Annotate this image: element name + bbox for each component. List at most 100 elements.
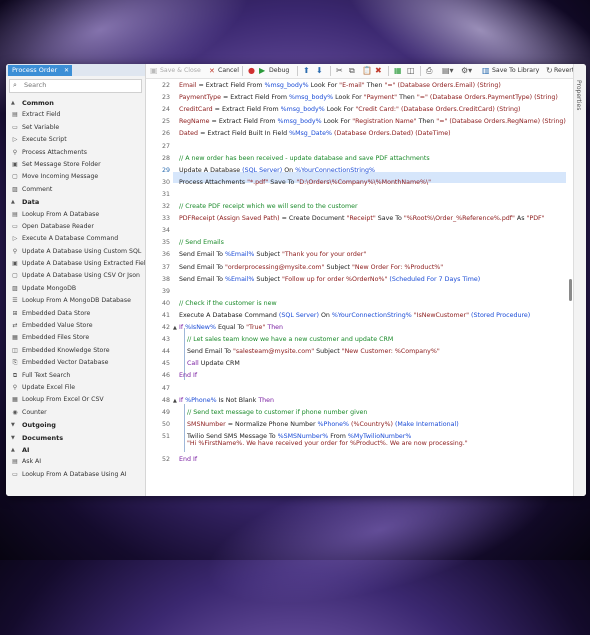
debug-button[interactable]: Debug	[269, 66, 289, 76]
toolbar-separator	[330, 66, 331, 76]
code-line[interactable]: Update A Database (SQL Server) On %YourC…	[179, 167, 375, 174]
line-number: 47	[161, 384, 170, 392]
code-line[interactable]: Send Email To %Email% Subject "Thank you…	[179, 251, 366, 258]
code-line[interactable]: Call Update CRM	[179, 360, 240, 367]
code-line[interactable]: Send Email To "orderprocessing@mysite.co…	[179, 264, 443, 271]
code-line[interactable]: RegName = Extract Field From %msg_body% …	[179, 118, 566, 125]
split-icon[interactable]: ◫	[407, 65, 415, 77]
code-line[interactable]: // Send Emails	[179, 239, 224, 246]
code-line[interactable]: If %Phone% Is Not Blank Then	[179, 397, 274, 404]
grid-icon[interactable]: ▦	[394, 65, 402, 77]
settings-icon[interactable]: ⚙▾	[461, 65, 472, 77]
search-box[interactable]: ⌕	[9, 79, 142, 93]
code-line[interactable]: Send Email To %Email% Subject "Follow up…	[179, 276, 480, 283]
code-line[interactable]: PaymentType = Extract Field From %msg_bo…	[179, 94, 558, 101]
toolbox-item[interactable]: ☰ Lookup From A MongoDB Database	[6, 295, 145, 307]
move-down-icon[interactable]: ⬇	[316, 65, 323, 77]
line-number: 29	[161, 166, 170, 174]
code-line[interactable]: Email = Extract Field From %msg_body% Lo…	[179, 82, 501, 89]
copy-icon[interactable]: ⧉	[349, 65, 355, 77]
code-line[interactable]: PDFReceipt (Assign Saved Path) = Create …	[179, 215, 545, 222]
toolbox-item-label: Embedded Vector Database	[22, 359, 109, 367]
search-input[interactable]	[24, 80, 134, 90]
toolbox-item[interactable]: ▨ Comment	[6, 184, 145, 196]
revert-icon: ↻	[546, 66, 553, 75]
toolbox-item[interactable]: ▨ Update MongoDB	[6, 283, 145, 295]
toolbox-item[interactable]: ▭ Lookup From A Database Using AI	[6, 469, 145, 481]
action-icon: ▣	[12, 160, 18, 168]
toolbox-item[interactable]: ⇄ Embedded Value Store	[6, 320, 145, 332]
toolbox-item[interactable]: ▢ Move Incoming Message	[6, 171, 145, 183]
code-area[interactable]: 22 Email = Extract Field From %msg_body% …	[146, 79, 574, 496]
record-icon[interactable]: ●	[248, 65, 255, 77]
save-icon: ▣	[150, 66, 158, 75]
code-line[interactable]: Send Email To "salesteam@mysite.com" Sub…	[179, 348, 440, 355]
action-icon: ⚲	[12, 148, 18, 156]
code-line[interactable]: // Check if the customer is new	[179, 300, 277, 307]
properties-panel[interactable]: Properties	[573, 64, 586, 496]
toolbox-item[interactable]: ⚲ Update Excel File	[6, 382, 145, 394]
toolbox-item[interactable]: ▤ Ask AI	[6, 456, 145, 468]
code-line[interactable]: SMSNumber = Normalize Phone Number %Phon…	[179, 421, 459, 428]
cancel-button[interactable]: Cancel	[218, 66, 239, 76]
vertical-scrollbar[interactable]	[569, 279, 572, 301]
group-header[interactable]: ▲ AI	[6, 444, 145, 456]
group-label: Outgoing	[22, 421, 56, 430]
toolbox-item-label: Update A Database Using Extracted Fields	[22, 260, 153, 268]
code-line[interactable]: Dated = Extract Field Built In Field %Ms…	[179, 130, 451, 137]
play-icon[interactable]: ▶	[259, 65, 265, 77]
code-line[interactable]: CreditCard = Extract Field From %msg_bod…	[179, 106, 520, 113]
save-to-library-button[interactable]: Save To Library	[492, 66, 539, 76]
tab-process-order[interactable]: Process Order ✕	[8, 65, 72, 76]
cut-icon[interactable]: ✂	[336, 65, 343, 77]
toolbox-item[interactable]: ▣ Set Message Store Folder	[6, 159, 145, 171]
group-header[interactable]: ▼ Documents	[6, 432, 145, 444]
code-line[interactable]: // Let sales team know we have a new cus…	[179, 336, 393, 343]
code-line[interactable]: End If	[179, 372, 197, 379]
toolbox-item-label: Embedded Files Store	[22, 334, 90, 342]
toolbox-item[interactable]: ▷ Execute Script	[6, 134, 145, 146]
toolbox-item-label: Update A Database Using Custom SQL	[22, 247, 142, 255]
delete-icon[interactable]: ✖	[375, 65, 382, 77]
move-up-icon[interactable]: ⬆	[303, 65, 310, 77]
toolbox-item[interactable]: ⎘ Embedded Vector Database	[6, 357, 145, 369]
group-label: Data	[22, 198, 40, 207]
print-icon[interactable]: ⎙	[426, 65, 432, 77]
code-line[interactable]: Twilio Send SMS Message To %SMSNumber% F…	[179, 433, 468, 447]
toolbar-separator	[242, 66, 243, 76]
toolbox-item[interactable]: ▭ Set Variable	[6, 122, 145, 134]
code-line[interactable]: // A new order has been received - updat…	[179, 155, 430, 162]
toolbox-item[interactable]: ◫ Embedded Knowledge Store	[6, 345, 145, 357]
code-line[interactable]: // Send text message to customer if phon…	[179, 409, 367, 416]
toolbox-item[interactable]: ▢ Update A Database Using CSV Or Json	[6, 270, 145, 282]
group-header[interactable]: ▲ Common	[6, 97, 145, 109]
toolbox-item-label: Embedded Value Store	[22, 322, 93, 330]
group-header[interactable]: ▲ Data	[6, 196, 145, 208]
fold-icon[interactable]: ▲	[173, 325, 177, 331]
toolbox-item[interactable]: ▤ Lookup From A Database	[6, 209, 145, 221]
toolbox-item[interactable]: ▭ Open Database Reader	[6, 221, 145, 233]
toolbox-item[interactable]: ▦ Embedded Files Store	[6, 332, 145, 344]
code-line[interactable]: Execute A Database Command (SQL Server) …	[179, 312, 530, 319]
code-line[interactable]: Process Attachments "*.pdf" Save To "D:\…	[179, 179, 431, 186]
close-icon[interactable]: ✕	[64, 65, 69, 76]
toolbox-item[interactable]: ▣ Update A Database Using Extracted Field…	[6, 258, 153, 270]
toolbox-item[interactable]: ▷ Execute A Database Command	[6, 233, 145, 245]
toolbox-item[interactable]: ▤ Extract Field	[6, 109, 145, 121]
fold-icon[interactable]: ▲	[173, 398, 177, 404]
group-header[interactable]: ▼ Outgoing	[6, 419, 145, 431]
options-icon[interactable]: ▤▾	[442, 65, 454, 77]
save-close-button[interactable]: Save & Close	[160, 66, 201, 76]
toolbox-item[interactable]: ⚲ Update A Database Using Custom SQL	[6, 246, 145, 258]
paste-icon[interactable]: 📋	[362, 65, 372, 77]
toolbox-item[interactable]: ▦ Lookup From Excel Or CSV	[6, 394, 145, 406]
code-line[interactable]: If %IsNew% Equal To "True" Then	[179, 324, 283, 331]
code-line[interactable]: // Create PDF receipt which we will send…	[179, 203, 358, 210]
toolbox-item[interactable]: ⚲ Process Attachments	[6, 147, 145, 159]
toolbox-item[interactable]: ⊞ Embedded Data Store	[6, 308, 145, 320]
code-line[interactable]: End If	[179, 456, 197, 463]
toolbox-item[interactable]: ◉ Counter	[6, 407, 145, 419]
toolbox-item[interactable]: ⧉ Full Text Search	[6, 370, 145, 382]
action-icon: ▦	[12, 396, 18, 404]
revert-button[interactable]: Revert	[554, 66, 574, 76]
